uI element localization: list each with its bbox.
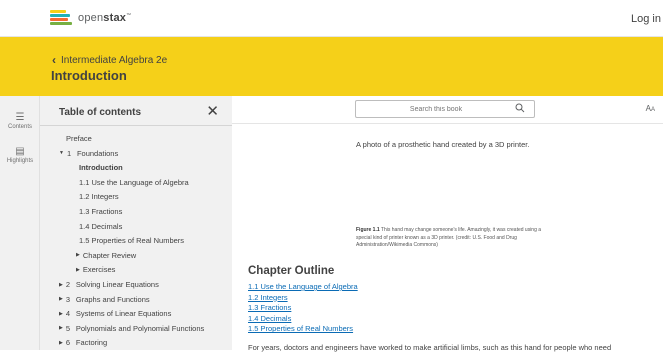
outline-link-1-1[interactable]: 1.1 Use the Language of Algebra: [248, 282, 358, 293]
body-paragraph: For years, doctors and engineers have wo…: [248, 343, 612, 352]
page-title: Introduction: [51, 68, 127, 83]
close-icon[interactable]: ✕: [206, 102, 219, 120]
toc-item-label: Chapter Review: [82, 250, 137, 260]
breadcrumb-label: Intermediate Algebra 2e: [61, 54, 168, 66]
caret-right-icon: ▶: [76, 252, 80, 259]
toc-item-label: Foundations: [76, 148, 119, 158]
toc-item[interactable]: Preface: [66, 134, 92, 143]
figure-caption-text: This hand may change someone's life. Ama…: [356, 227, 542, 248]
toc-item[interactable]: Introduction: [79, 163, 123, 172]
login-link[interactable]: Log in: [631, 13, 661, 25]
toc-item[interactable]: 1.2 Integers: [79, 192, 119, 201]
toc-item[interactable]: ▶ Exercises: [76, 265, 115, 274]
toc-item-label: Solving Linear Equations: [75, 280, 159, 289]
toc-item-number: 4: [65, 309, 71, 319]
toc-item[interactable]: ▶ 4 Systems of Linear Equations: [59, 309, 171, 318]
chapter-outline-heading: Chapter Outline: [248, 265, 335, 277]
highlights-icon: ▤: [15, 146, 25, 157]
highlights-button[interactable]: ▤ Highlights: [0, 146, 40, 164]
toc-item-number: 1: [66, 148, 72, 158]
toc-item[interactable]: ▶ 2 Solving Linear Equations: [59, 280, 159, 289]
outline-link-1-3[interactable]: 1.3 Fractions: [248, 303, 358, 314]
toc-item-label: Factoring: [75, 338, 108, 348]
toc-item-number: 6: [65, 338, 71, 348]
list-icon: ☰: [15, 112, 25, 123]
toc-item-label: Exercises: [82, 265, 116, 275]
search-icon[interactable]: [515, 103, 525, 113]
book-title-link[interactable]: ‹ Intermediate Algebra 2e: [52, 53, 167, 67]
outline-link-1-5[interactable]: 1.5 Properties of Real Numbers: [248, 324, 358, 335]
contents-button[interactable]: ☰ Contents: [0, 112, 40, 130]
toc-item[interactable]: ▼ 1 Foundations: [59, 149, 118, 158]
toc-item[interactable]: 1.1 Use the Language of Algebra: [79, 178, 189, 187]
toc-item-label: Polynomials and Polynomial Functions: [75, 323, 205, 333]
openstax-logo-icon: [50, 10, 72, 26]
page-content: A photo of a prosthetic hand created by …: [232, 124, 663, 352]
chapter-outline-list: 1.1 Use the Language of Algebra 1.2 Inte…: [248, 282, 358, 335]
caret-down-icon: ▼: [59, 150, 64, 157]
toc-item-label: 1.5 Properties of Real Numbers: [79, 236, 185, 246]
toc-item[interactable]: ▶ 6 Factoring: [59, 338, 107, 347]
toc-item-label: Preface: [66, 134, 92, 143]
toc-header: Table of contents ✕: [40, 96, 232, 126]
logo-wordmark: openstax™: [78, 12, 132, 24]
toc-item-label: Graphs and Functions: [75, 294, 150, 304]
openstax-logo[interactable]: openstax™: [50, 10, 131, 26]
search-field[interactable]: [355, 100, 535, 118]
book-banner: ‹ Intermediate Algebra 2e Introduction: [0, 37, 663, 96]
side-rail: ☰ Contents ▤ Highlights: [0, 96, 40, 350]
outline-link-1-4[interactable]: 1.4 Decimals: [248, 314, 358, 325]
toc-item-number: 3: [65, 294, 71, 304]
toc-item[interactable]: 1.5 Properties of Real Numbers: [79, 236, 184, 245]
top-navbar: openstax™ Log in: [0, 0, 663, 37]
caret-right-icon: ▶: [59, 310, 63, 317]
toc-item-label: Introduction: [79, 163, 123, 173]
toc-item[interactable]: 1.4 Decimals: [79, 222, 122, 231]
toc-item-label: Systems of Linear Equations: [75, 309, 172, 319]
toc-item[interactable]: ▶ Chapter Review: [76, 251, 136, 260]
contents-label: Contents: [7, 124, 32, 130]
highlights-label: Highlights: [6, 158, 34, 164]
toc-item-number: 2: [65, 280, 71, 289]
search-toolbar: AA: [232, 96, 663, 124]
caret-right-icon: ▶: [76, 266, 80, 273]
figure-label: Figure 1.1: [356, 227, 380, 233]
toc-title: Table of contents: [59, 107, 142, 118]
text-size-icon[interactable]: AA: [646, 104, 655, 113]
table-of-contents-panel: Table of contents ✕ Preface ▼ 1 Foundations…: [40, 96, 270, 350]
chevron-left-icon: ‹: [52, 53, 56, 67]
caret-right-icon: ▶: [59, 296, 63, 303]
toc-item-label: 1.2 Integers: [79, 192, 119, 202]
figure-caption: Figure 1.1 This hand may change someone'…: [356, 227, 556, 250]
toc-item-label: 1.3 Fractions: [79, 207, 123, 216]
figure-image-alt: A photo of a prosthetic hand created by …: [356, 140, 530, 149]
outline-link-1-2[interactable]: 1.2 Integers: [248, 293, 358, 304]
caret-right-icon: ▶: [59, 281, 63, 288]
toc-item-label: 1.4 Decimals: [79, 221, 123, 231]
toc-item[interactable]: ▶ 5 Polynomials and Polynomial Functions: [59, 324, 204, 333]
search-input[interactable]: [356, 101, 516, 117]
caret-right-icon: ▶: [59, 339, 63, 346]
toc-item[interactable]: 1.3 Fractions: [79, 207, 122, 216]
toc-item-number: 5: [65, 323, 71, 333]
toc-item-label: 1.1 Use the Language of Algebra: [79, 177, 189, 187]
toc-item[interactable]: ▶ 3 Graphs and Functions: [59, 295, 150, 304]
caret-right-icon: ▶: [59, 325, 63, 332]
